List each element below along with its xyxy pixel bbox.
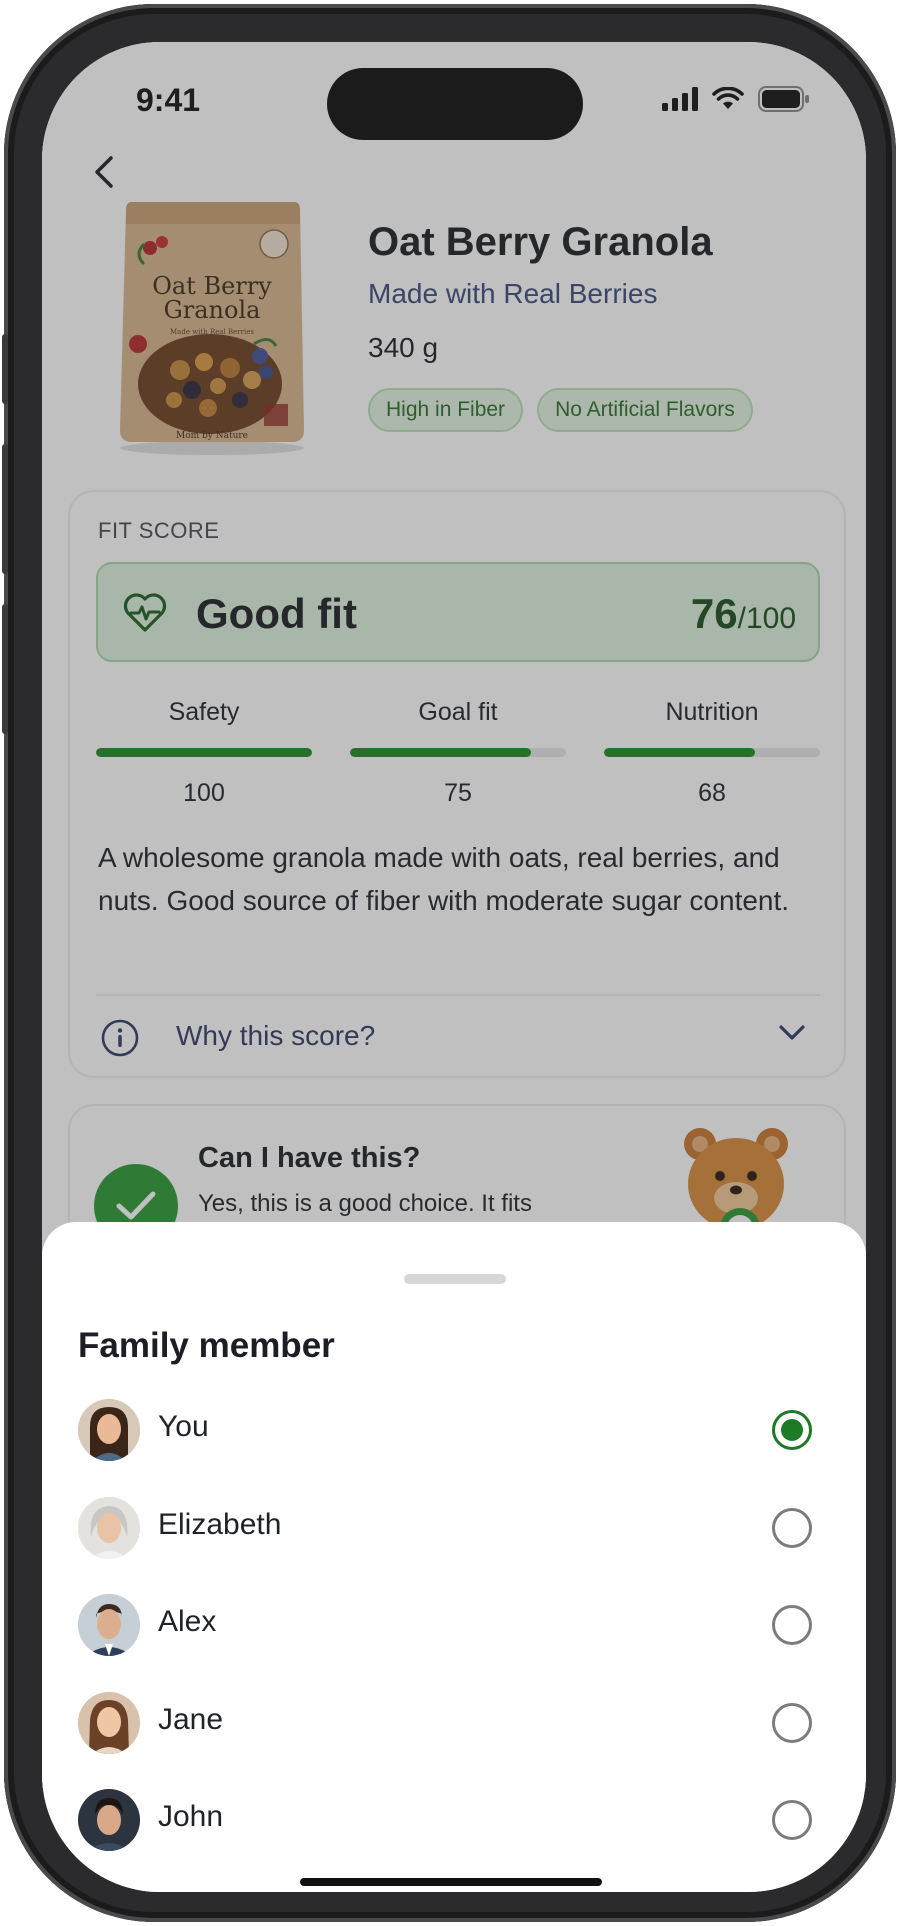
avatar [78, 1399, 140, 1461]
member-option-john[interactable]: John [42, 1772, 866, 1870]
phone-frame: 9:41 Oat Berry Granola Made with Real Be… [2, 4, 896, 1922]
member-option-you[interactable]: You [42, 1382, 866, 1480]
member-radio[interactable] [772, 1800, 812, 1840]
member-name: John [158, 1800, 224, 1833]
sheet-title: Family member [78, 1326, 335, 1365]
member-option-alex[interactable]: Alex [42, 1577, 866, 1675]
screen: 9:41 Oat Berry Granola Made with Real Be… [42, 42, 866, 1892]
avatar [78, 1789, 140, 1851]
member-radio[interactable] [772, 1507, 812, 1548]
avatar [78, 1691, 140, 1754]
member-option-jane[interactable]: Jane [42, 1675, 866, 1773]
action-button [2, 334, 8, 404]
member-radio[interactable] [772, 1605, 812, 1645]
member-radio[interactable] [772, 1702, 812, 1743]
member-radio[interactable] [772, 1410, 812, 1450]
member-name: Alex [158, 1605, 217, 1638]
member-name: You [158, 1410, 209, 1443]
home-indicator [300, 1878, 602, 1886]
family-member-sheet: Family member You Elizabeth Alex Jane Jo… [42, 1222, 866, 1892]
volume-down-button [2, 604, 8, 734]
avatar [78, 1496, 140, 1559]
member-option-elizabeth[interactable]: Elizabeth [42, 1480, 866, 1578]
member-name: Elizabeth [158, 1507, 282, 1541]
volume-up-button [2, 444, 8, 574]
sheet-drag-handle[interactable] [404, 1274, 506, 1284]
avatar [78, 1594, 140, 1656]
member-list: You Elizabeth Alex Jane John [42, 1382, 866, 1870]
member-name: Jane [158, 1702, 224, 1736]
